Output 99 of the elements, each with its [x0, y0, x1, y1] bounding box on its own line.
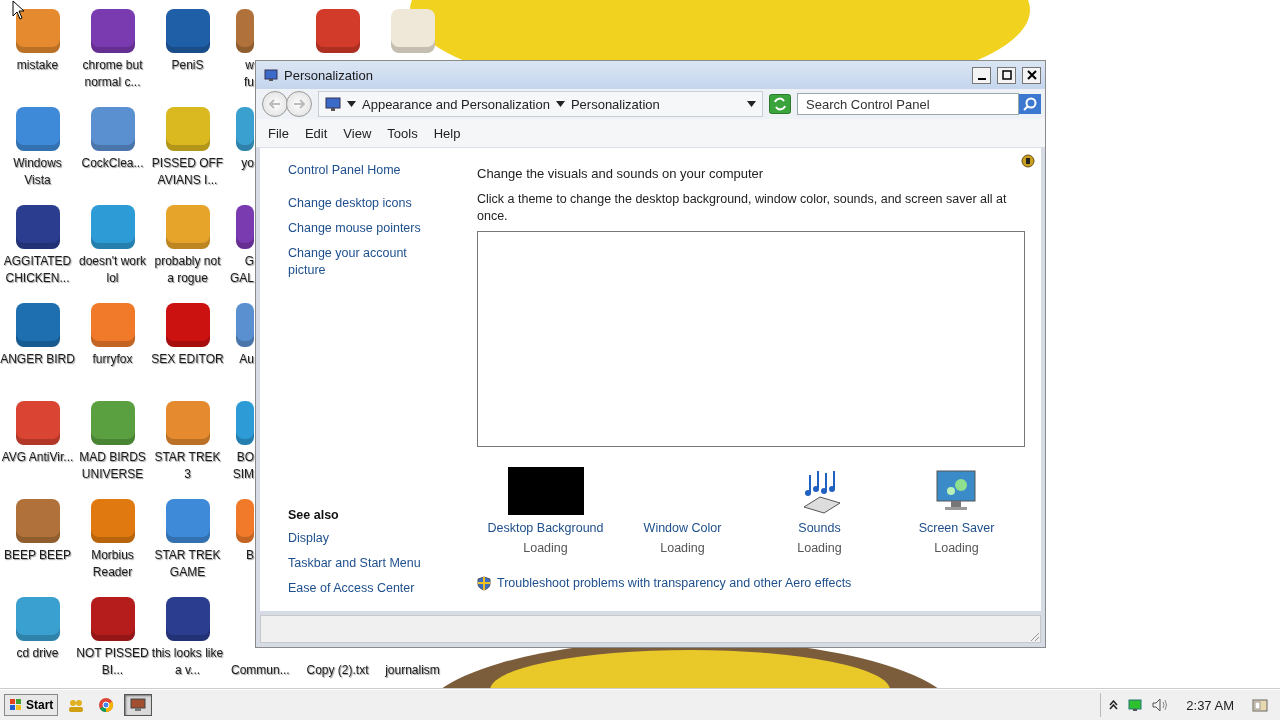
desktop-icon-label: mistake: [15, 57, 60, 74]
desktop-icon-label: Au: [239, 351, 254, 368]
minimize-icon: [977, 77, 986, 80]
sidebar-link[interactable]: Change mouse pointers: [288, 220, 445, 237]
back-arrow-icon: [269, 99, 281, 109]
desktop-icon-label: AGGITATED CHICKEN...: [2, 253, 73, 287]
start-button[interactable]: Start: [4, 694, 59, 716]
desktop-icon-label: ANGER BIRD: [0, 351, 75, 368]
status-text: Loading: [934, 541, 979, 555]
troubleshoot-link[interactable]: Troubleshoot problems with transparency and other Aero effects: [497, 575, 852, 592]
app-icon[interactable]: [236, 205, 254, 249]
menu-item[interactable]: Edit: [298, 123, 334, 143]
desktop-icon-label: furryfox: [91, 351, 134, 368]
task-button[interactable]: [124, 694, 153, 716]
maximize-icon: [1001, 70, 1012, 80]
app-icon[interactable]: [15, 401, 60, 445]
desktop-icon-label: G GAL: [230, 253, 254, 287]
desktop-icon-label: STAR TREK GAME: [153, 547, 222, 581]
desktop-icon-label: yo: [241, 155, 254, 172]
setting-link[interactable]: Window Color: [643, 521, 722, 535]
search-field[interactable]: Search Control Panel: [797, 93, 1019, 115]
monitor-icon: [264, 68, 278, 82]
maximize-button[interactable]: [997, 66, 1016, 84]
desktop-icon-label: PeniS: [170, 57, 205, 74]
sidebar-link[interactable]: Ease of Access Center: [288, 580, 445, 597]
app-icon[interactable]: [15, 107, 60, 151]
monitor-icon: [130, 698, 147, 712]
menu-item[interactable]: File: [262, 123, 295, 143]
app-icon[interactable]: [165, 597, 210, 641]
sidebar-link[interactable]: Change desktop icons: [288, 195, 445, 212]
app-icon[interactable]: [90, 597, 135, 641]
search-icon[interactable]: [1019, 94, 1041, 114]
setting-link[interactable]: Desktop Background: [487, 521, 604, 535]
desktop-icon-label: Commun...: [231, 662, 290, 679]
desktop-icon-label: PISSED OFF AVIANS I...: [150, 155, 225, 189]
app-icon[interactable]: [15, 499, 60, 543]
window-title: Personalization: [284, 67, 374, 83]
desktop-icon-label: AVG AntiVir...: [0, 449, 75, 466]
setting-link[interactable]: Sounds: [798, 521, 841, 535]
address-bar[interactable]: Appearance and Personalization Personalization: [318, 91, 763, 117]
desktop-icon-label: chrome but normal c...: [81, 57, 144, 91]
monitor-icon[interactable]: [1128, 698, 1143, 712]
desktop-icon-label: cd drive: [15, 645, 60, 662]
breadcrumb-item[interactable]: Appearance and Personalization: [362, 96, 550, 112]
app-icon[interactable]: [15, 205, 60, 249]
dropdown-arrow-icon[interactable]: [747, 101, 756, 107]
page-heading: Change the visuals and sounds on your computer: [477, 166, 765, 181]
dropdown-arrow-icon[interactable]: [347, 101, 356, 107]
refresh-icon[interactable]: [769, 94, 791, 114]
desktop-icon-label: STAR TREK 3: [153, 449, 222, 483]
menu-item[interactable]: Help: [427, 123, 467, 143]
resize-grip-icon[interactable]: [1028, 630, 1040, 642]
monitor-icon: [325, 97, 341, 111]
setting-link[interactable]: Screen Saver: [918, 521, 995, 535]
app-icon[interactable]: [15, 303, 60, 347]
desktop-icon-label: Windows Vista: [12, 155, 63, 189]
clock: 2:37 AM: [1186, 697, 1234, 713]
desktop-icon-label: BO SIM: [232, 449, 254, 483]
windows-flag-icon: [9, 698, 23, 712]
app-icon[interactable]: [236, 9, 254, 53]
status-text: Loading: [660, 541, 705, 555]
desktop-icon-label: doesn't work lol: [78, 253, 147, 287]
menu-item[interactable]: Tools: [381, 123, 424, 143]
app-icon[interactable]: [90, 9, 135, 53]
speaker-icon[interactable]: [1152, 698, 1169, 712]
desktop-icon-label: B: [246, 547, 254, 564]
close-button[interactable]: [1022, 66, 1041, 84]
status-text: Loading: [797, 541, 842, 555]
minimize-button[interactable]: [972, 66, 991, 84]
sidebar-link[interactable]: Change your account picture: [288, 245, 445, 279]
description-text: Click a theme to change the desktop background, window color, sounds, and screen saver all at once.: [477, 191, 1008, 225]
chevron-up-icon[interactable]: [1109, 700, 1119, 710]
desktop-icon-label: SEX EDITOR: [150, 351, 225, 368]
desktop-icon-label: this looks like a v...: [150, 645, 225, 679]
dropdown-arrow-icon[interactable]: [555, 101, 565, 107]
app-icon[interactable]: [165, 303, 210, 347]
close-icon: [1026, 70, 1037, 80]
see-also-heading: See also: [288, 508, 340, 522]
sidebar-link[interactable]: Display: [288, 530, 445, 547]
desktop-icon-label: Copy (2).txt: [306, 662, 369, 679]
desktop-icon-label: Morbius Reader: [90, 547, 135, 581]
desktop-icon-label: probably not a rogue: [153, 253, 222, 287]
forward-arrow-icon: [293, 99, 305, 109]
desktop-icon-label: CockClea...: [80, 155, 145, 172]
shield-icon: [477, 576, 491, 591]
desktop-icon-label: w fu: [244, 57, 254, 91]
desktop-icon-label: journalism: [385, 662, 440, 679]
status-text: Loading: [523, 541, 568, 555]
show-desktop-icon[interactable]: [1252, 698, 1268, 712]
breadcrumb-item[interactable]: Personalization: [570, 96, 660, 112]
sidebar-link[interactable]: Taskbar and Start Menu: [288, 555, 445, 572]
sidebar-link[interactable]: Control Panel Home: [288, 162, 445, 179]
menu-item[interactable]: View: [337, 123, 378, 143]
app-icon[interactable]: [165, 499, 210, 543]
desktop-icon-label: NOT PISSED BI...: [75, 645, 150, 679]
app-icon[interactable]: [165, 9, 210, 53]
desktop-icon-label: BEEP BEEP: [2, 547, 73, 564]
help-icon[interactable]: [1021, 154, 1035, 168]
desktop-icon-label: MAD BIRDS UNIVERSE: [78, 449, 147, 483]
